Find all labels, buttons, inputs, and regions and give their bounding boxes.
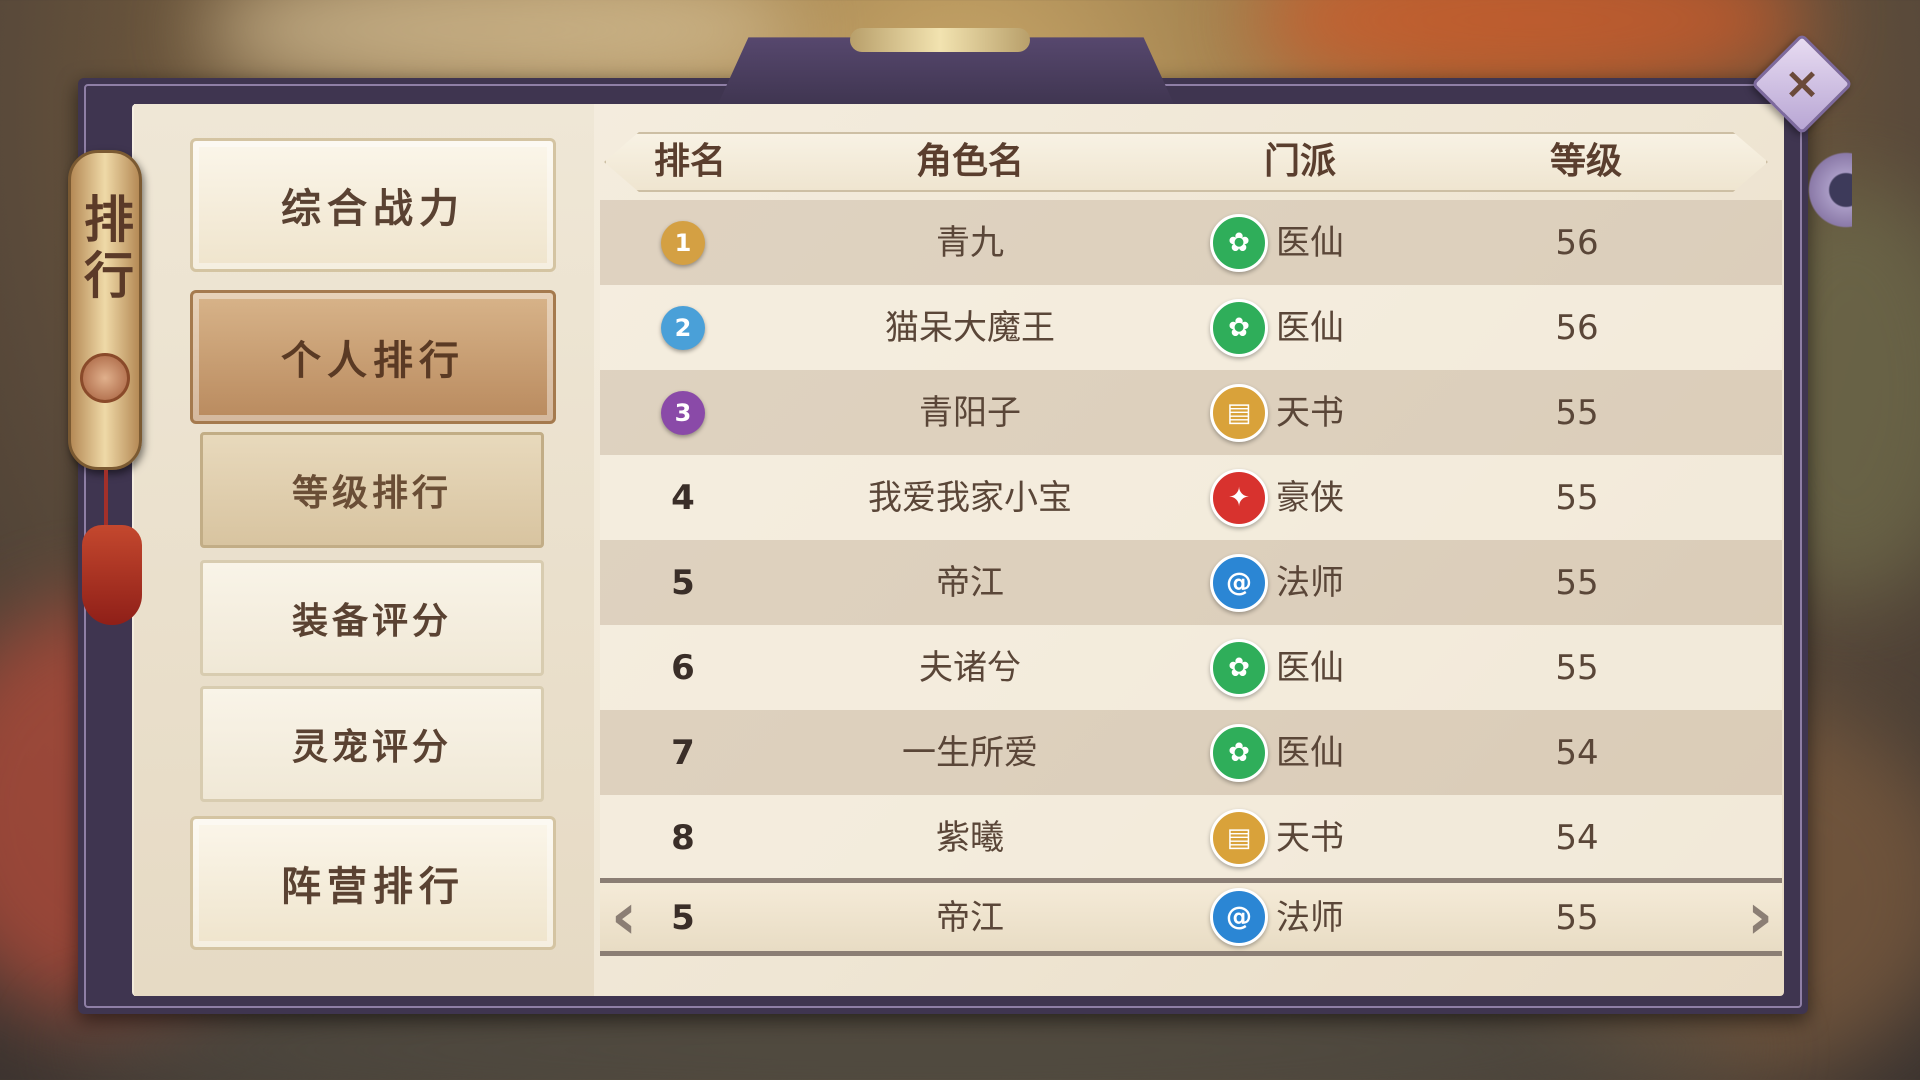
my-name: 帝江 [936, 898, 1004, 938]
crest-ornament [850, 28, 1030, 52]
mage-sect-icon: @ [1210, 553, 1268, 612]
tab-personal-ranking[interactable]: 个人排行 [190, 290, 556, 424]
character-level: 56 [1555, 222, 1599, 263]
my-level: 55 [1555, 898, 1599, 938]
character-name: 一生所爱 [902, 732, 1038, 773]
healer-sect-icon: ✿ [1210, 213, 1268, 272]
character-level: 54 [1555, 817, 1599, 858]
sect-name: 医仙 [1276, 732, 1344, 773]
rank-number: 8 [671, 817, 695, 858]
sect-name: 天书 [1276, 817, 1344, 858]
rank-number: 5 [671, 562, 695, 603]
rank-number: 7 [671, 732, 695, 773]
rank-medal-icon: 3 [661, 390, 705, 435]
scholar-sect-icon: ▤ [1210, 383, 1268, 442]
prev-arrow-icon[interactable]: ‹ [604, 880, 644, 954]
header-name: 角色名 [915, 141, 1024, 182]
character-name: 青九 [936, 222, 1004, 263]
character-level: 55 [1555, 392, 1599, 433]
tassel-icon [82, 525, 142, 625]
tab-combat-power[interactable]: 综合战力 [190, 138, 556, 272]
character-level: 56 [1555, 307, 1599, 348]
character-name: 夫诸兮 [919, 647, 1021, 688]
header-sect: 门派 [1263, 141, 1336, 182]
healer-sect-icon: ✿ [1210, 638, 1268, 697]
character-name: 我爱我家小宝 [868, 477, 1072, 518]
sect-name: 医仙 [1276, 307, 1344, 348]
character-level: 55 [1555, 562, 1599, 603]
subtab-equipment-score[interactable]: 装备评分 [200, 560, 544, 676]
character-name: 青阳子 [919, 392, 1021, 433]
sect-name: 医仙 [1276, 222, 1344, 263]
character-name: 猫呆大魔王 [885, 307, 1055, 348]
my-rank: 5 [671, 898, 695, 938]
close-icon[interactable]: × [1766, 52, 1838, 116]
sect-name: 天书 [1276, 392, 1344, 433]
next-arrow-icon[interactable]: › [1740, 880, 1780, 954]
side-ring-ornament [1792, 130, 1852, 250]
rank-number: 6 [671, 647, 695, 688]
character-name: 紫曦 [936, 817, 1004, 858]
sect-name: 豪侠 [1276, 477, 1344, 518]
sect-name: 医仙 [1276, 647, 1344, 688]
rank-number: 4 [671, 477, 695, 518]
panel-title: 排行 [76, 193, 135, 305]
my-sect: 法师 [1276, 898, 1344, 938]
rank-medal-icon: 1 [661, 220, 705, 265]
warrior-sect-icon: ✦ [1210, 468, 1268, 527]
header-level: 等级 [1549, 141, 1622, 182]
character-name: 帝江 [936, 562, 1004, 603]
flower-emblem-icon [80, 353, 130, 403]
character-level: 55 [1555, 647, 1599, 688]
scholar-sect-icon: ▤ [1210, 808, 1268, 867]
healer-sect-icon: ✿ [1210, 723, 1268, 782]
subtab-pet-score[interactable]: 灵宠评分 [200, 686, 544, 802]
header-rank: 排名 [653, 141, 726, 182]
mage-sect-icon: @ [1210, 888, 1268, 946]
healer-sect-icon: ✿ [1210, 298, 1268, 357]
character-level: 54 [1555, 732, 1599, 773]
character-level: 55 [1555, 477, 1599, 518]
tab-faction-ranking[interactable]: 阵营排行 [190, 816, 556, 950]
tassel-cord [104, 470, 108, 530]
sect-name: 法师 [1276, 562, 1344, 603]
subtab-level-ranking[interactable]: 等级排行 [200, 432, 544, 548]
rank-medal-icon: 2 [661, 305, 705, 350]
title-scroll: 排行 [68, 150, 142, 470]
